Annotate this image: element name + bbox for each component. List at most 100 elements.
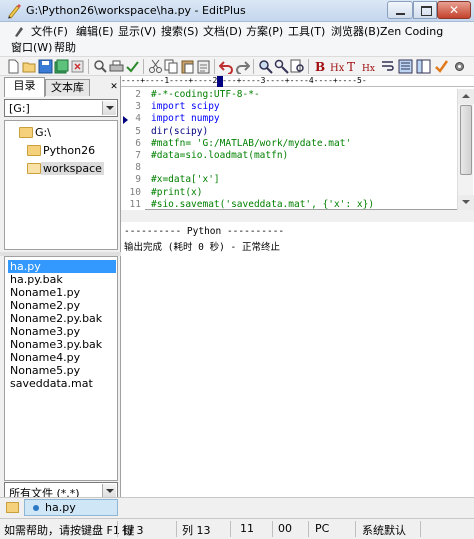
copy-icon[interactable] [164, 59, 179, 74]
svg-text:B: B [315, 60, 325, 74]
ruler-cursor-marker [217, 76, 223, 87]
check-icon[interactable] [434, 59, 449, 74]
toolbar-separator [308, 59, 309, 74]
cut-icon[interactable] [148, 59, 163, 74]
status-separator [117, 521, 118, 537]
tab-text-library[interactable]: 文本库 [45, 79, 90, 96]
word-wrap-icon[interactable] [380, 59, 395, 74]
document-icon[interactable] [12, 25, 26, 39]
print-preview-icon[interactable] [93, 59, 108, 74]
menu-project[interactable]: 方案(P) [243, 24, 286, 40]
status-count: 11 [240, 522, 254, 535]
toolbar: B Hx T Hx [0, 56, 474, 76]
line-number: 2 [135, 89, 141, 100]
document-tab[interactable]: ha.py [24, 499, 118, 516]
menu-bar: 文件(F) 编辑(E) 显示(V) 搜索(S) 文档(D) 方案(P) 工具(T… [0, 22, 474, 56]
output-window[interactable]: ---------- Python ---------- 输出完成 (耗时 0 … [121, 222, 474, 497]
undo-icon[interactable] [219, 59, 234, 74]
layout-icon[interactable] [416, 59, 431, 74]
folder-icon [19, 127, 33, 138]
print-icon[interactable] [109, 59, 124, 74]
settings-icon[interactable] [452, 59, 467, 74]
spell-check-icon[interactable] [125, 59, 140, 74]
code-line: import numpy [151, 113, 220, 125]
tab-directory[interactable]: 目录 [4, 77, 45, 97]
find-in-files-icon[interactable] [290, 59, 305, 74]
clipboard-icon[interactable] [196, 59, 211, 74]
close-file-icon[interactable] [70, 59, 85, 74]
maximize-button[interactable] [413, 1, 437, 19]
tree-item-label: workspace [41, 162, 104, 175]
menu-document[interactable]: 文档(D) [200, 24, 245, 40]
code-line: #x=data['x'] [151, 174, 220, 186]
menu-help[interactable]: 帮助 [51, 40, 79, 56]
output-line: ---------- Python ---------- [124, 226, 285, 237]
replace-icon[interactable] [274, 59, 289, 74]
menu-browser[interactable]: 浏览器(B) [328, 24, 383, 40]
scroll-up-icon[interactable] [458, 89, 474, 104]
scroll-thumb[interactable] [460, 105, 472, 175]
menu-zen-coding[interactable]: Zen Coding [377, 24, 446, 40]
list-item[interactable]: Noname5.py [8, 364, 116, 377]
menu-view[interactable]: 显示(V) [115, 24, 159, 40]
line-number: 6 [135, 137, 141, 149]
menu-edit[interactable]: 编辑(E) [73, 24, 117, 40]
heading-icon[interactable]: Hx [329, 59, 344, 74]
tree-item-label: G:\ [35, 126, 51, 139]
tree-item-workspace[interactable]: workspace [5, 160, 117, 178]
new-file-icon[interactable] [6, 59, 21, 74]
folder-icon[interactable] [6, 502, 19, 513]
tree-item-python26[interactable]: Python26 [5, 142, 117, 160]
left-panel: 目录 文本库 ✕ [G:] G:\ Python26 workspace ha.… [0, 76, 121, 518]
close-button[interactable]: ✕ [437, 1, 471, 19]
chevron-down-icon[interactable] [102, 101, 116, 115]
panel-close-icon[interactable]: ✕ [108, 80, 120, 94]
status-separator [355, 521, 356, 537]
menu-tools[interactable]: 工具(T) [285, 24, 328, 40]
save-all-icon[interactable] [54, 59, 69, 74]
toolbar-separator [143, 59, 144, 74]
list-item[interactable]: Noname4.py [8, 351, 116, 364]
code-line: #-*-coding:UTF-8-*- [151, 89, 260, 100]
scroll-down-icon[interactable] [458, 195, 474, 210]
minimize-button[interactable] [387, 1, 413, 19]
list-item[interactable]: Noname3.py [8, 325, 116, 338]
hex-icon[interactable]: Hx [361, 59, 376, 74]
code-editor[interactable]: ----+----1----+----2----+----3----+----4… [121, 76, 474, 210]
toolbar-separator [214, 59, 215, 74]
line-number: 7 [135, 150, 141, 161]
open-folder-icon[interactable] [22, 59, 37, 74]
line-number: 5 [135, 125, 141, 137]
list-item[interactable]: Noname2.py [8, 299, 116, 312]
paste-icon[interactable] [180, 59, 195, 74]
code-line: #data=sio.loadmat(matfn) [151, 150, 289, 161]
line-number: 10 [129, 186, 141, 198]
list-item[interactable]: ha.py [8, 260, 116, 273]
list-item[interactable]: Noname3.py.bak [8, 338, 116, 351]
editor-scrollbar[interactable] [457, 89, 474, 210]
save-icon[interactable] [38, 59, 53, 74]
menu-window[interactable]: 窗口(W) [8, 40, 55, 56]
column-select-icon[interactable] [398, 59, 413, 74]
menu-search[interactable]: 搜索(S) [158, 24, 202, 40]
bold-icon[interactable]: B [313, 59, 328, 74]
list-item[interactable]: Noname1.py [8, 286, 116, 299]
status-help: 如需帮助，请按键盘 F1 键 [4, 524, 135, 537]
python-file-icon [33, 505, 39, 511]
status-separator [272, 521, 273, 537]
file-list: ha.py ha.py.bak Noname1.py Noname2.py No… [4, 256, 118, 481]
list-item[interactable]: saveddata.mat [8, 377, 116, 390]
tree-item-drive[interactable]: G:\ [5, 124, 117, 142]
drive-select[interactable]: [G:] [4, 99, 118, 117]
text-icon[interactable]: T [345, 59, 360, 74]
redo-icon[interactable] [235, 59, 250, 74]
status-bar: 如需帮助，请按键盘 F1 键 行 3 列 13 11 00 PC 系统默认 [0, 518, 474, 539]
open-folder-icon [27, 163, 41, 174]
list-item[interactable]: ha.py.bak [8, 273, 116, 286]
find-icon[interactable] [258, 59, 273, 74]
status-eol: PC [315, 522, 330, 535]
chevron-down-icon[interactable] [102, 484, 116, 498]
menu-file[interactable]: 文件(F) [28, 24, 71, 40]
list-item[interactable]: Noname2.py.bak [8, 312, 116, 325]
status-separator [420, 521, 421, 537]
